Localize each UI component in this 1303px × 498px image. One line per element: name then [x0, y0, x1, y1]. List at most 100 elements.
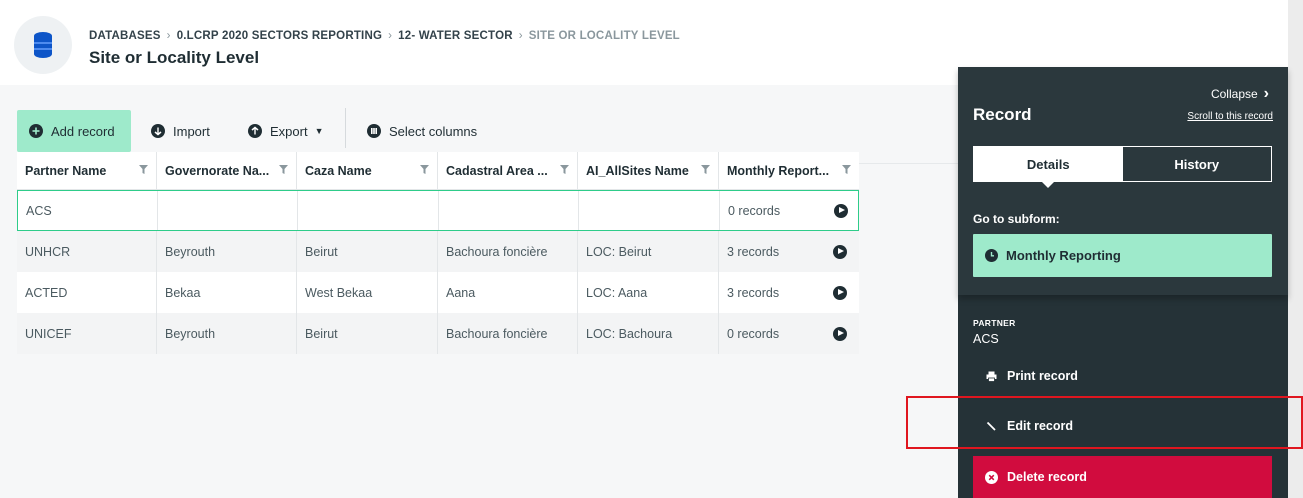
filter-icon[interactable]: [139, 165, 148, 174]
table-cell: [579, 191, 720, 230]
open-subform-icon[interactable]: [833, 244, 847, 259]
goto-subform-label: Go to subform:: [973, 212, 1060, 226]
collapse-button[interactable]: Collapse ›: [1211, 85, 1269, 103]
table-cell: Bachoura foncière: [438, 313, 578, 354]
highlight-box: [906, 396, 1303, 449]
subform-cell: 0 records: [720, 191, 860, 230]
subform-count: 3 records: [727, 244, 780, 259]
breadcrumb-separator: ›: [388, 30, 393, 42]
filter-icon[interactable]: [420, 165, 429, 174]
breadcrumb-database[interactable]: 0.LCRP 2020 SECTORS REPORTING: [177, 30, 382, 42]
panel-tabs: Details History: [973, 146, 1272, 188]
column-header[interactable]: Monthly Report...: [719, 152, 859, 189]
table-cell: ACS: [18, 191, 158, 230]
import-icon: [151, 124, 165, 138]
delete-record-button[interactable]: Delete record: [973, 456, 1272, 498]
page-header: DATABASES › 0.LCRP 2020 SECTORS REPORTING ›…: [0, 0, 880, 85]
export-icon: [248, 124, 262, 138]
monthly-reporting-label: Monthly Reporting: [1006, 248, 1121, 263]
import-button[interactable]: Import: [151, 110, 210, 152]
plus-circle-icon: [29, 124, 43, 138]
table-area: Add record Import Export ▼ Select column…: [0, 85, 958, 498]
add-record-button[interactable]: Add record: [17, 110, 131, 152]
table-cell: West Bekaa: [297, 272, 438, 313]
table-cell: Beyrouth: [157, 231, 297, 272]
print-record-button[interactable]: Print record: [986, 369, 1078, 383]
table-cell: Bachoura foncière: [438, 231, 578, 272]
subform-count: 0 records: [727, 326, 780, 341]
column-header-label: Governorate Na...: [165, 163, 270, 178]
delete-record-label: Delete record: [1007, 470, 1087, 484]
table-header: Partner Name Governorate Na... Caza Name…: [17, 152, 859, 190]
toolbar-divider: [345, 108, 346, 148]
column-header[interactable]: AI_AllSites Name: [578, 152, 719, 189]
filter-icon[interactable]: [560, 165, 569, 174]
table-cell: Beyrouth: [157, 313, 297, 354]
table-cell: Beirut: [297, 313, 438, 354]
open-subform-icon[interactable]: [833, 285, 847, 300]
open-subform-icon[interactable]: [833, 326, 847, 341]
open-subform-icon[interactable]: [834, 203, 848, 218]
table-cell: Aana: [438, 272, 578, 313]
page-title: Site or Locality Level: [89, 48, 260, 67]
record-panel-header: Collapse › Record Scroll to this record …: [958, 67, 1288, 295]
column-header[interactable]: Cadastral Area ...: [438, 152, 578, 189]
caret-down-icon: ▼: [314, 126, 324, 136]
subform-cell: 0 records: [719, 313, 859, 354]
select-columns-label: Select columns: [389, 123, 478, 139]
tab-history[interactable]: History: [1123, 147, 1272, 181]
breadcrumb-separator: ›: [518, 30, 523, 42]
collapse-label: Collapse: [1210, 87, 1258, 101]
column-header-label: Cadastral Area ...: [446, 163, 548, 178]
scroll-to-record-link[interactable]: Scroll to this record: [1187, 111, 1273, 122]
column-header[interactable]: Governorate Na...: [157, 152, 297, 189]
breadcrumb: DATABASES › 0.LCRP 2020 SECTORS REPORTING ›…: [89, 30, 680, 42]
filter-icon[interactable]: [701, 165, 710, 174]
subform-cell: 3 records: [719, 231, 859, 272]
table-cell: LOC: Aana: [578, 272, 719, 313]
export-label: Export: [270, 123, 308, 139]
grid-divider: [859, 163, 958, 164]
column-header-label: Monthly Report...: [727, 163, 830, 178]
table-cell: Bekaa: [157, 272, 297, 313]
table-row-selected[interactable]: ACS 0 records: [17, 190, 859, 231]
printer-icon: [986, 371, 997, 382]
filter-icon[interactable]: [279, 165, 288, 174]
breadcrumb-current: SITE OR LOCALITY LEVEL: [528, 30, 680, 42]
print-record-label: Print record: [1007, 369, 1078, 383]
table-cell: ACTED: [17, 272, 157, 313]
add-record-label: Add record: [51, 123, 115, 139]
column-header[interactable]: Caza Name: [297, 152, 438, 189]
select-columns-button[interactable]: Select columns: [367, 110, 477, 152]
import-label: Import: [173, 123, 210, 139]
table-row[interactable]: ACTED Bekaa West Bekaa Aana LOC: Aana 3 …: [17, 272, 859, 313]
monthly-reporting-button[interactable]: Monthly Reporting: [973, 234, 1272, 277]
table-cell: [439, 191, 579, 230]
subform-count: 3 records: [727, 285, 780, 300]
partner-field-label: PARTNER: [973, 318, 1016, 328]
chevron-right-icon: ›: [1263, 85, 1269, 102]
partner-field-value: ACS: [973, 332, 999, 346]
column-header[interactable]: Partner Name: [17, 152, 157, 189]
table-cell: UNICEF: [17, 313, 157, 354]
breadcrumb-separator: ›: [166, 30, 171, 42]
table-cell: UNHCR: [17, 231, 157, 272]
column-header-label: Partner Name: [25, 163, 107, 178]
subform-count: 0 records: [728, 203, 781, 218]
filter-icon[interactable]: [842, 165, 851, 174]
subform-cell: 3 records: [719, 272, 859, 313]
column-header-label: Caza Name: [305, 163, 372, 178]
breadcrumb-databases[interactable]: DATABASES: [89, 30, 161, 42]
table-cell: [158, 191, 298, 230]
breadcrumb-folder[interactable]: 12- WATER SECTOR: [398, 30, 513, 42]
database-icon: [14, 16, 72, 74]
table-cell: [298, 191, 439, 230]
close-circle-icon: [985, 470, 998, 484]
toolbar: Add record Import Export ▼ Select column…: [0, 85, 958, 152]
export-button[interactable]: Export ▼: [248, 110, 324, 152]
tab-details[interactable]: Details: [974, 147, 1123, 188]
table-row[interactable]: UNICEF Beyrouth Beirut Bachoura foncière…: [17, 313, 859, 354]
table-cell: Beirut: [297, 231, 438, 272]
table-row[interactable]: UNHCR Beyrouth Beirut Bachoura foncière …: [17, 231, 859, 272]
column-header-label: AI_AllSites Name: [586, 163, 689, 178]
